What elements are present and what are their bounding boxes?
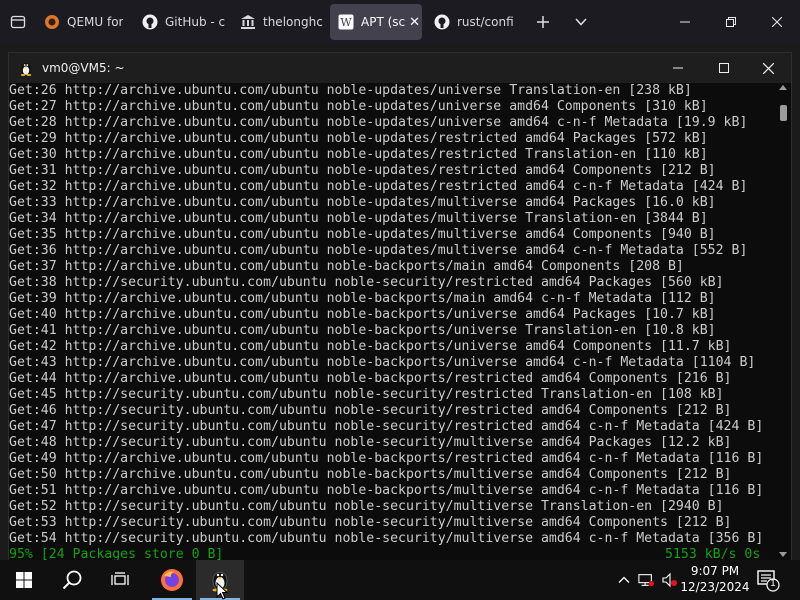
bank-icon (240, 14, 256, 30)
browser-tab-rust[interactable]: rust/confi (426, 4, 520, 40)
terminal-line: Get:27 http://archive.ubuntu.com/ubuntu … (9, 99, 708, 114)
close-icon (762, 62, 774, 74)
volume-muted-icon[interactable] (662, 572, 678, 588)
terminal-line: Get:30 http://archive.ubuntu.com/ubuntu … (9, 147, 708, 162)
windows-taskbar: 9:07 PM 12/23/2024 1 (0, 560, 800, 600)
terminal-line: Get:40 http://archive.ubuntu.com/ubuntu … (9, 307, 716, 322)
browser-close-button[interactable] (754, 0, 800, 44)
start-button[interactable] (0, 560, 48, 600)
mouse-pointer-icon (216, 582, 228, 600)
terminal-line: Get:38 http://security.ubuntu.com/ubuntu… (9, 275, 724, 290)
scroll-up-arrow-icon[interactable] (779, 85, 787, 90)
apt-download-speed: 5153 kB/s 0s (665, 547, 761, 561)
apt-progress-status: 95% [24 Packages store 0 B] (9, 547, 224, 561)
tab-label: rust/confi (457, 15, 514, 29)
terminal-title: vm0@VM5: ~ (42, 61, 125, 75)
terminal-line: Get:37 http://archive.ubuntu.com/ubuntu … (9, 259, 684, 274)
tab-label: thelonghc (263, 15, 323, 29)
terminal-window: vm0@VM5: ~ Get:26 http://archive.ubuntu.… (8, 52, 792, 562)
terminal-line: Get:41 http://archive.ubuntu.com/ubuntu … (9, 323, 716, 338)
clock-date: 12/23/2024 (680, 580, 750, 594)
terminal-scrollbar[interactable] (775, 83, 791, 561)
maximize-icon (719, 63, 729, 73)
qemu-icon (44, 14, 60, 30)
browser-tab-apt[interactable]: W APT (sc ✕ (330, 4, 422, 40)
terminal-line: Get:47 http://security.ubuntu.com/ubuntu… (9, 419, 764, 434)
browser-tab-qemu[interactable]: QEMU for (36, 4, 130, 40)
terminal-line: Get:34 http://archive.ubuntu.com/ubuntu … (9, 211, 708, 226)
restore-icon (726, 17, 736, 27)
terminal-line: Get:33 http://archive.ubuntu.com/ubuntu … (9, 195, 716, 210)
system-clock[interactable]: 9:07 PM 12/23/2024 (677, 563, 753, 595)
terminal-line: Get:32 http://archive.ubuntu.com/ubuntu … (9, 179, 748, 194)
scrollbar-thumb[interactable] (780, 105, 787, 121)
terminal-line: Get:39 http://archive.ubuntu.com/ubuntu … (9, 291, 716, 306)
terminal-minimize-button[interactable] (655, 53, 701, 83)
tab-overview-button[interactable] (0, 0, 36, 44)
terminal-line: Get:36 http://archive.ubuntu.com/ubuntu … (9, 243, 748, 258)
terminal-line: Get:45 http://security.ubuntu.com/ubuntu… (9, 387, 724, 402)
terminal-line: Get:53 http://security.ubuntu.com/ubuntu… (9, 515, 732, 530)
svg-text:W: W (340, 16, 352, 29)
notification-count: 1 (770, 579, 776, 589)
new-tab-button[interactable] (524, 4, 562, 40)
terminal-line: Get:50 http://archive.ubuntu.com/ubuntu … (9, 467, 732, 482)
terminal-line: Get:51 http://archive.ubuntu.com/ubuntu … (9, 483, 764, 498)
plus-icon (537, 16, 549, 28)
minimize-icon (673, 67, 683, 69)
browser-tab-strip: QEMU for GitHub - c thelonghc W APT (sc … (0, 0, 800, 44)
terminal-titlebar[interactable]: vm0@VM5: ~ (9, 53, 791, 83)
terminal-line: Get:44 http://archive.ubuntu.com/ubuntu … (9, 371, 732, 386)
chevron-down-icon (575, 18, 587, 26)
wikipedia-icon: W (338, 14, 354, 30)
clock-time: 9:07 PM (690, 564, 740, 578)
terminal-line: Get:54 http://security.ubuntu.com/ubuntu… (9, 531, 764, 546)
github-icon (142, 14, 158, 30)
terminal-line: Get:42 http://archive.ubuntu.com/ubuntu … (9, 339, 732, 354)
browser-tab-github[interactable]: GitHub - c (134, 4, 228, 40)
browser-minimize-button[interactable] (662, 0, 708, 44)
terminal-lines: Get:26 http://archive.ubuntu.com/ubuntu … (9, 83, 763, 547)
terminal-line: Get:46 http://security.ubuntu.com/ubuntu… (9, 403, 732, 418)
task-view-button[interactable] (96, 560, 144, 600)
list-all-tabs-button[interactable] (562, 4, 600, 40)
github-icon (434, 14, 450, 30)
windows-logo-icon (16, 572, 32, 588)
tab-label: GitHub - c (165, 15, 226, 29)
firefox-icon (161, 569, 183, 591)
scroll-down-arrow-icon[interactable] (779, 552, 787, 557)
terminal-line: Get:43 http://archive.ubuntu.com/ubuntu … (9, 355, 756, 370)
terminal-line: Get:29 http://archive.ubuntu.com/ubuntu … (9, 131, 708, 146)
network-disconnected-icon[interactable] (638, 572, 654, 588)
taskbar-firefox[interactable] (148, 560, 196, 600)
close-tab-icon[interactable]: ✕ (409, 15, 420, 30)
tab-label: APT (sc (361, 15, 406, 29)
terminal-line: Get:48 http://security.ubuntu.com/ubuntu… (9, 435, 732, 450)
terminal-line: Get:52 http://security.ubuntu.com/ubuntu… (9, 499, 724, 514)
terminal-close-button[interactable] (745, 53, 791, 83)
notification-center-button[interactable]: 1 (756, 568, 780, 592)
terminal-output[interactable]: Get:26 http://archive.ubuntu.com/ubuntu … (9, 83, 775, 561)
tab-overview-icon (10, 15, 26, 29)
linux-penguin-icon (20, 63, 32, 76)
browser-restore-button[interactable] (708, 0, 754, 44)
minimize-icon (680, 21, 690, 23)
terminal-line: Get:49 http://archive.ubuntu.com/ubuntu … (9, 451, 764, 466)
terminal-line: Get:35 http://archive.ubuntu.com/ubuntu … (9, 227, 716, 242)
search-icon (62, 570, 82, 590)
task-view-icon (111, 572, 129, 585)
terminal-line: Get:28 http://archive.ubuntu.com/ubuntu … (9, 115, 748, 130)
terminal-maximize-button[interactable] (701, 53, 747, 83)
search-button[interactable] (48, 560, 96, 600)
browser-tab-thelonghc[interactable]: thelonghc (232, 4, 326, 40)
terminal-line: Get:31 http://archive.ubuntu.com/ubuntu … (9, 163, 716, 178)
close-icon (772, 17, 782, 27)
terminal-line: Get:26 http://archive.ubuntu.com/ubuntu … (9, 83, 692, 98)
tray-chevron-up-icon[interactable] (616, 572, 632, 588)
tab-label: QEMU for (67, 15, 124, 29)
